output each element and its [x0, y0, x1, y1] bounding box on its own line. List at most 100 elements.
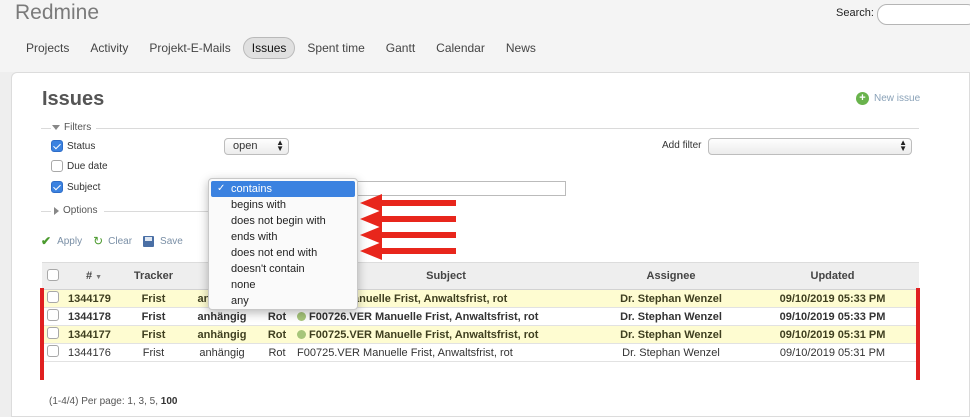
- clear-button[interactable]: ↻ Clear: [93, 234, 132, 248]
- row-checkbox[interactable]: [46, 309, 59, 321]
- reload-icon: ↻: [93, 234, 104, 248]
- nav-activity[interactable]: Activity: [81, 37, 137, 59]
- add-filter-select[interactable]: ▲ ▼: [708, 138, 912, 155]
- top-header: Redmine Search: Projects Activity Projek…: [0, 0, 970, 72]
- table-row[interactable]: 1344178 Frist anhängig Rot F00726.VER Ma…: [42, 307, 919, 326]
- operator-option-begins-with[interactable]: begins with: [209, 197, 357, 213]
- issue-id[interactable]: 1344177: [67, 325, 121, 344]
- options-toggle[interactable]: Options: [54, 205, 97, 216]
- save-button[interactable]: Save: [143, 235, 183, 247]
- nav-spent-time[interactable]: Spent time: [298, 37, 373, 59]
- issue-priority: Rot: [258, 343, 296, 362]
- add-filter-label: Add filter: [662, 140, 702, 151]
- operator-option-any[interactable]: any: [209, 293, 357, 309]
- issue-subject[interactable]: F00726.VER Manuelle Frist, Anwaltsfrist,…: [309, 311, 538, 323]
- col-id-label: #: [85, 270, 93, 282]
- table-row[interactable]: 1344177 Frist anhängig Rot F00725.VER Ma…: [42, 325, 919, 344]
- issue-tracker: Frist: [121, 325, 186, 344]
- annotation-arrows: [360, 194, 456, 260]
- issue-updated: 09/10/2019 05:31 PM: [746, 325, 919, 344]
- issue-subject-cell: F00725.VER Manuelle Frist, Anwaltsfrist,…: [296, 343, 596, 362]
- search-label: Search:: [836, 7, 874, 19]
- select-all-checkbox[interactable]: [46, 268, 59, 281]
- pagination: (1-4/4) Per page: 1, 3, 5, 100: [49, 396, 178, 407]
- row-checkbox[interactable]: [46, 345, 59, 357]
- nav-calendar[interactable]: Calendar: [427, 37, 494, 59]
- query-actions: ✔ Apply ↻ Clear Save: [41, 234, 194, 248]
- operator-option-doesnt-contain[interactable]: doesn't contain: [209, 261, 357, 277]
- collapse-icon: [52, 125, 60, 130]
- col-assignee-header[interactable]: Assignee: [596, 262, 746, 290]
- search-input[interactable]: [877, 4, 970, 25]
- operator-option-does-not-begin-with[interactable]: does not begin with: [209, 213, 357, 229]
- issue-id[interactable]: 1344176: [67, 343, 121, 362]
- arrow-icon: [360, 194, 456, 260]
- main-nav: Projects Activity Projekt-E-Mails Issues…: [17, 37, 548, 59]
- issue-subject[interactable]: F00725.VER Manuelle Frist, Anwaltsfrist,…: [309, 329, 538, 341]
- due-date-checkbox[interactable]: [51, 160, 63, 172]
- checkmark-icon: ✔: [41, 234, 52, 248]
- status-dot-icon: [297, 311, 306, 321]
- fieldset-border: [41, 128, 51, 129]
- col-updated-header[interactable]: Updated: [746, 262, 919, 290]
- issue-updated: 09/10/2019 05:33 PM: [746, 307, 919, 326]
- issue-subject[interactable]: F00725.VER Manuelle Frist, Anwaltsfrist,…: [297, 347, 513, 359]
- per-page-5[interactable]: 5: [150, 396, 156, 407]
- subject-checkbox[interactable]: [51, 181, 63, 193]
- nav-news[interactable]: News: [497, 37, 545, 59]
- table-row[interactable]: 1344179 Frist anhängig 6.VER Manuelle Fr…: [42, 289, 919, 308]
- row-checkbox-cell: [42, 325, 67, 344]
- due-date-label: Due date: [67, 160, 108, 172]
- issue-id[interactable]: 1344179: [67, 289, 121, 308]
- subject-label: Subject: [67, 181, 101, 193]
- col-id-header[interactable]: # ▼: [67, 262, 121, 290]
- issue-assignee[interactable]: Dr. Stephan Wenzel: [596, 343, 746, 362]
- col-tracker-header[interactable]: Tracker: [121, 262, 186, 290]
- row-checkbox[interactable]: [46, 327, 59, 339]
- save-label: Save: [160, 235, 183, 247]
- nav-issues[interactable]: Issues: [242, 37, 296, 59]
- status-checkbox[interactable]: [51, 140, 63, 152]
- operator-option-contains[interactable]: ✓ contains: [211, 181, 355, 197]
- sort-desc-icon: ▼: [95, 274, 103, 281]
- issue-subject-cell: F00726.VER Manuelle Frist, Anwaltsfrist,…: [296, 307, 596, 326]
- issue-assignee[interactable]: Dr. Stephan Wenzel: [596, 289, 746, 308]
- plus-icon: +: [856, 92, 869, 105]
- issue-priority: Rot: [258, 325, 296, 344]
- nav-projekt-e-mails[interactable]: Projekt-E-Mails: [140, 37, 239, 59]
- per-page-1[interactable]: 1: [127, 396, 133, 407]
- nav-projects[interactable]: Projects: [17, 37, 78, 59]
- floppy-disk-icon: [143, 235, 155, 247]
- subject-operator-dropdown[interactable]: ✓ contains begins with does not begin wi…: [208, 178, 358, 310]
- operator-option-does-not-end-with[interactable]: does not end with: [209, 245, 357, 261]
- issue-tracker: Frist: [121, 343, 186, 362]
- table-row[interactable]: 1344176 Frist anhängig Rot F00725.VER Ma…: [42, 343, 919, 362]
- issue-assignee[interactable]: Dr. Stephan Wenzel: [596, 325, 746, 344]
- page-title: Issues: [42, 88, 105, 110]
- expand-icon: [54, 206, 59, 215]
- filters-toggle[interactable]: Filters: [52, 122, 91, 133]
- nav-gantt[interactable]: Gantt: [377, 37, 424, 59]
- issue-assignee[interactable]: Dr. Stephan Wenzel: [596, 307, 746, 326]
- filter-subject: Subject: [51, 181, 100, 193]
- issue-status: anhängig: [186, 307, 258, 326]
- new-issue-link[interactable]: + New issue: [856, 92, 920, 105]
- per-page-current: 100: [160, 396, 178, 407]
- fieldset-border: [96, 128, 919, 129]
- select-arrows-icon: ▲ ▼: [276, 138, 284, 153]
- row-checkbox-cell: [42, 343, 67, 362]
- apply-label: Apply: [57, 235, 83, 247]
- operator-option-none[interactable]: none: [209, 277, 357, 293]
- pagination-summary: (1-4/4) Per page:: [49, 396, 125, 407]
- issue-id[interactable]: 1344178: [67, 307, 121, 326]
- filter-due-date: Due date: [51, 160, 108, 172]
- per-page-3[interactable]: 3: [139, 396, 145, 407]
- apply-button[interactable]: ✔ Apply: [41, 234, 82, 248]
- row-checkbox[interactable]: [46, 291, 59, 303]
- table-header-row: #▼ Tracker Sta Subject Assignee Updated: [42, 262, 919, 290]
- status-dot-icon: [297, 329, 306, 339]
- status-operator-select[interactable]: open ▲ ▼: [224, 138, 289, 155]
- issue-updated: 09/10/2019 05:33 PM: [746, 289, 919, 308]
- app-title[interactable]: Redmine: [15, 1, 99, 25]
- operator-option-ends-with[interactable]: ends with: [209, 229, 357, 245]
